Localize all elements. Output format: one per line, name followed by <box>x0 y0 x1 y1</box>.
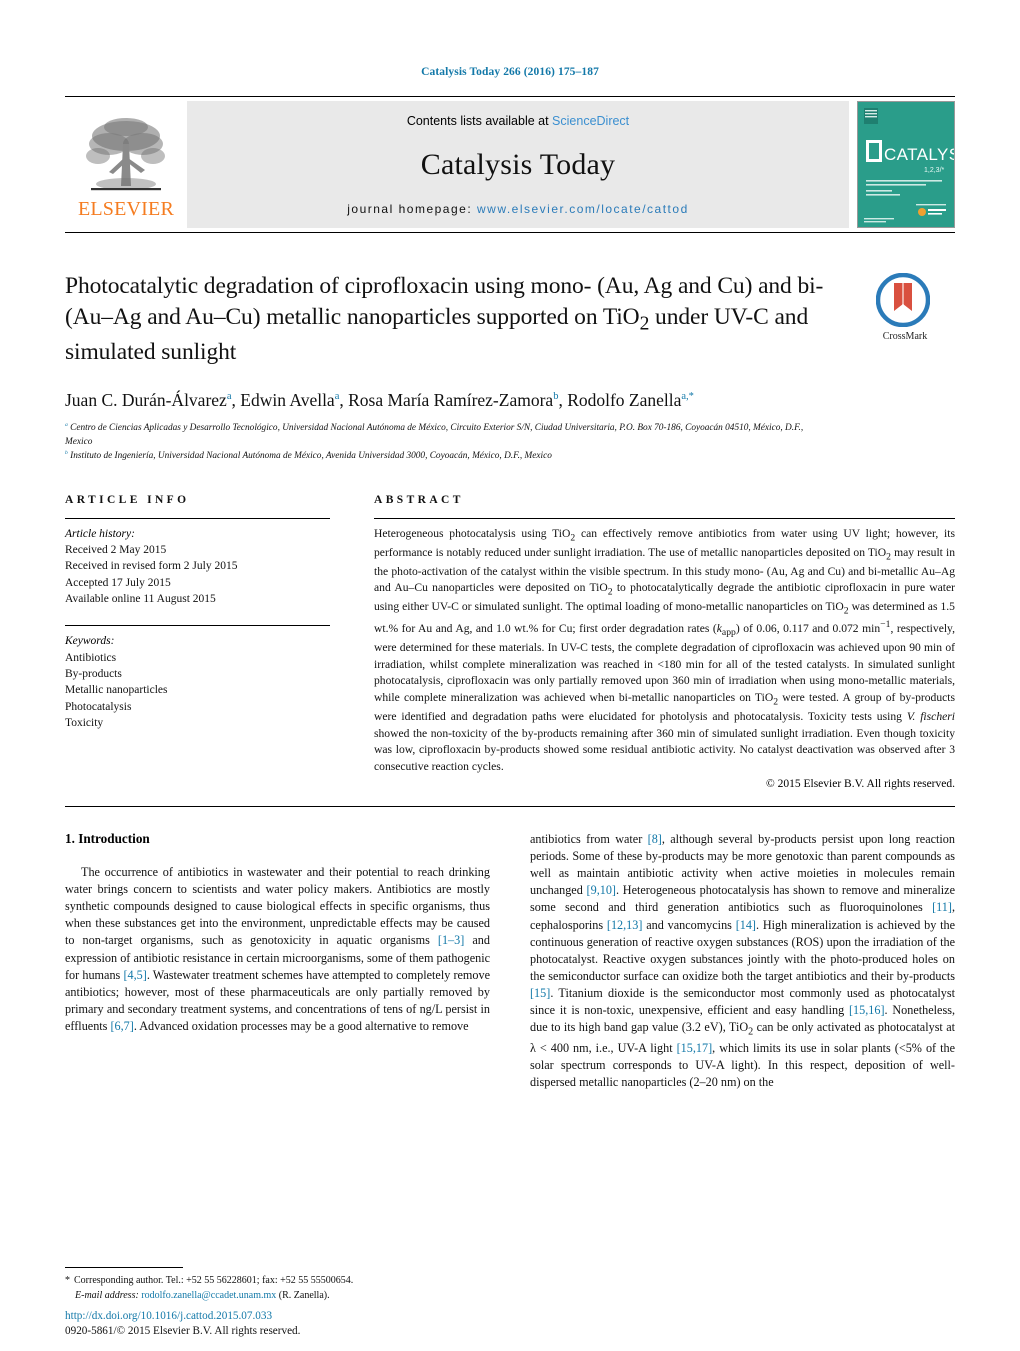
cover-art: CATALYSIS 1,2,3/* <box>858 102 954 227</box>
intro-paragraph-left: The occurrence of antibiotics in wastewa… <box>65 865 491 1033</box>
journal-title: Catalysis Today <box>420 148 616 181</box>
citation-ref[interactable]: [1–3] <box>438 933 464 947</box>
body-column-right: antibiotics from water [8], although sev… <box>530 831 955 1091</box>
citation-ref[interactable]: [4,5] <box>123 968 146 982</box>
keywords-label: Keywords: <box>65 635 115 648</box>
keyword-item: Antibiotics <box>65 651 117 664</box>
citation-ref[interactable]: [6,7] <box>110 1019 133 1033</box>
author-name: Rodolfo Zanella <box>567 390 682 411</box>
keyword-item: Toxicity <box>65 716 104 729</box>
journal-masthead: ELSEVIER Contents lists available at Sci… <box>65 96 955 233</box>
author-affil-mark[interactable]: a <box>335 391 340 402</box>
citation-ref[interactable]: [15,16] <box>849 1003 885 1017</box>
footer-doi-block: http://dx.doi.org/10.1016/j.cattod.2015.… <box>65 1309 535 1339</box>
author-list: Juan C. Durán-Álvareza, Edwin Avellaa, R… <box>65 390 694 411</box>
article-info-heading: ARTICLE INFO <box>65 493 190 506</box>
footnote-corresponding-line: * Corresponding author. Tel.: +52 55 5622… <box>65 1274 495 1289</box>
footnote-corresponding-text: Corresponding author. Tel.: +52 55 56228… <box>74 1275 354 1286</box>
affiliation-mark: a <box>65 421 68 428</box>
crossmark-label: CrossMark <box>882 331 928 343</box>
svg-text:1,2,3/*: 1,2,3/* <box>924 167 945 174</box>
footnote-divider <box>65 1267 183 1268</box>
contents-available-line: Contents lists available at ScienceDirec… <box>407 114 629 128</box>
citation-ref[interactable]: [15] <box>530 986 550 1000</box>
page-title: Photocatalytic degradation of ciprofloxa… <box>65 273 824 365</box>
keyword-item: Photocatalysis <box>65 700 132 713</box>
citation-ref[interactable]: [9,10] <box>587 883 616 897</box>
svg-text:CATALYSIS: CATALYSIS <box>884 145 954 164</box>
affiliation-item: b Instituto de Ingeniería, Universidad N… <box>65 449 825 464</box>
divider <box>65 625 330 627</box>
abstract-column: ABSTRACT Heterogeneous photocatalysis us… <box>352 493 956 791</box>
article-first-page: Catalysis Today 266 (2016) 175–187 ELSEV… <box>0 0 1020 1351</box>
divider <box>374 517 955 519</box>
citation-ref[interactable]: [12,13] <box>607 918 643 932</box>
intro-paragraph-right: antibiotics from water [8], although sev… <box>530 832 956 1089</box>
keyword-item: Metallic nanoparticles <box>65 684 168 697</box>
author-affil-mark[interactable]: b <box>553 391 558 402</box>
footnote-email-line: E-mail address: rodolfo.zanella@ccadet.u… <box>65 1289 495 1304</box>
section-heading-introduction: 1. Introduction <box>65 831 150 847</box>
elsevier-logo: ELSEVIER <box>65 97 187 232</box>
history-item: Accepted 17 July 2015 <box>65 576 171 589</box>
affiliation-text: Centro de Ciencias Aplicadas y Desarroll… <box>65 423 804 447</box>
sciencedirect-link[interactable]: ScienceDirect <box>552 114 629 128</box>
title-block: CrossMark Photocatalytic degradation of … <box>65 271 955 464</box>
abstract-text: Heterogeneous photocatalysis using TiO2 … <box>374 526 956 773</box>
divider <box>65 806 955 808</box>
journal-cover-thumbnail: CATALYSIS 1,2,3/* <box>857 101 955 228</box>
author-affil-mark[interactable]: a <box>227 391 232 402</box>
running-head: Catalysis Today 266 (2016) 175–187 <box>421 66 599 78</box>
email-owner: (R. Zanella). <box>278 1289 330 1301</box>
author-name: Edwin Avella <box>240 390 335 411</box>
masthead-center: Contents lists available at ScienceDirec… <box>187 101 849 228</box>
elsevier-tree-icon <box>86 118 165 191</box>
affiliation-text: Instituto de Ingeniería, Universidad Nac… <box>70 451 552 462</box>
crossmark-badge[interactable]: CrossMark <box>851 273 955 345</box>
abstract-heading: ABSTRACT <box>374 493 464 506</box>
citation-ref[interactable]: [11] <box>932 900 952 914</box>
body-column-left: 1. Introduction The occurrence of antibi… <box>65 831 490 1091</box>
footnote-star: * <box>65 1275 70 1286</box>
affiliation-item: a Centro de Ciencias Aplicadas y Desarro… <box>65 421 825 449</box>
homepage-prefix: journal homepage: <box>347 202 477 216</box>
info-abstract-region: ARTICLE INFO Article history: Received 2… <box>65 493 956 791</box>
history-item: Received in revised form 2 July 2015 <box>65 560 238 573</box>
journal-homepage-line: journal homepage: www.elsevier.com/locat… <box>347 202 689 216</box>
citation-ref[interactable]: [8] <box>648 832 662 846</box>
affiliation-mark: b <box>65 450 68 456</box>
elsevier-wordmark: ELSEVIER <box>77 198 175 220</box>
divider <box>65 517 330 519</box>
issn-copyright-line: 0920-5861/© 2015 Elsevier B.V. All right… <box>65 1324 301 1337</box>
crossmark-icon <box>876 273 930 327</box>
citation-ref[interactable]: [14] <box>736 918 756 932</box>
abstract-copyright: © 2015 Elsevier B.V. All rights reserved… <box>766 778 955 791</box>
journal-homepage-url[interactable]: www.elsevier.com/locate/cattod <box>477 202 689 216</box>
citation-ref[interactable]: [15,17] <box>677 1041 713 1055</box>
article-history-label: Article history: <box>65 527 135 540</box>
author-affil-mark-corresponding[interactable]: a,* <box>681 391 694 402</box>
affiliation-list: a Centro de Ciencias Aplicadas y Desarro… <box>65 421 825 464</box>
author-name: Rosa María Ramírez-Zamora <box>348 390 554 411</box>
author-name: Juan C. Durán-Álvarez <box>65 390 227 411</box>
email-label: E-mail address: <box>75 1289 139 1301</box>
doi-link[interactable]: http://dx.doi.org/10.1016/j.cattod.2015.… <box>65 1309 535 1324</box>
corresponding-email-link[interactable]: rodolfo.zanella@ccadet.unam.mx <box>141 1290 276 1301</box>
body-columns: 1. Introduction The occurrence of antibi… <box>65 831 955 1091</box>
keyword-item: By-products <box>65 667 122 680</box>
history-item: Available online 11 August 2015 <box>65 592 216 605</box>
history-item: Received 2 May 2015 <box>65 543 167 556</box>
article-info-column: ARTICLE INFO Article history: Received 2… <box>65 494 352 791</box>
corresponding-author-footnote: * Corresponding author. Tel.: +52 55 5622… <box>65 1267 495 1303</box>
contents-prefix: Contents lists available at <box>406 114 553 128</box>
